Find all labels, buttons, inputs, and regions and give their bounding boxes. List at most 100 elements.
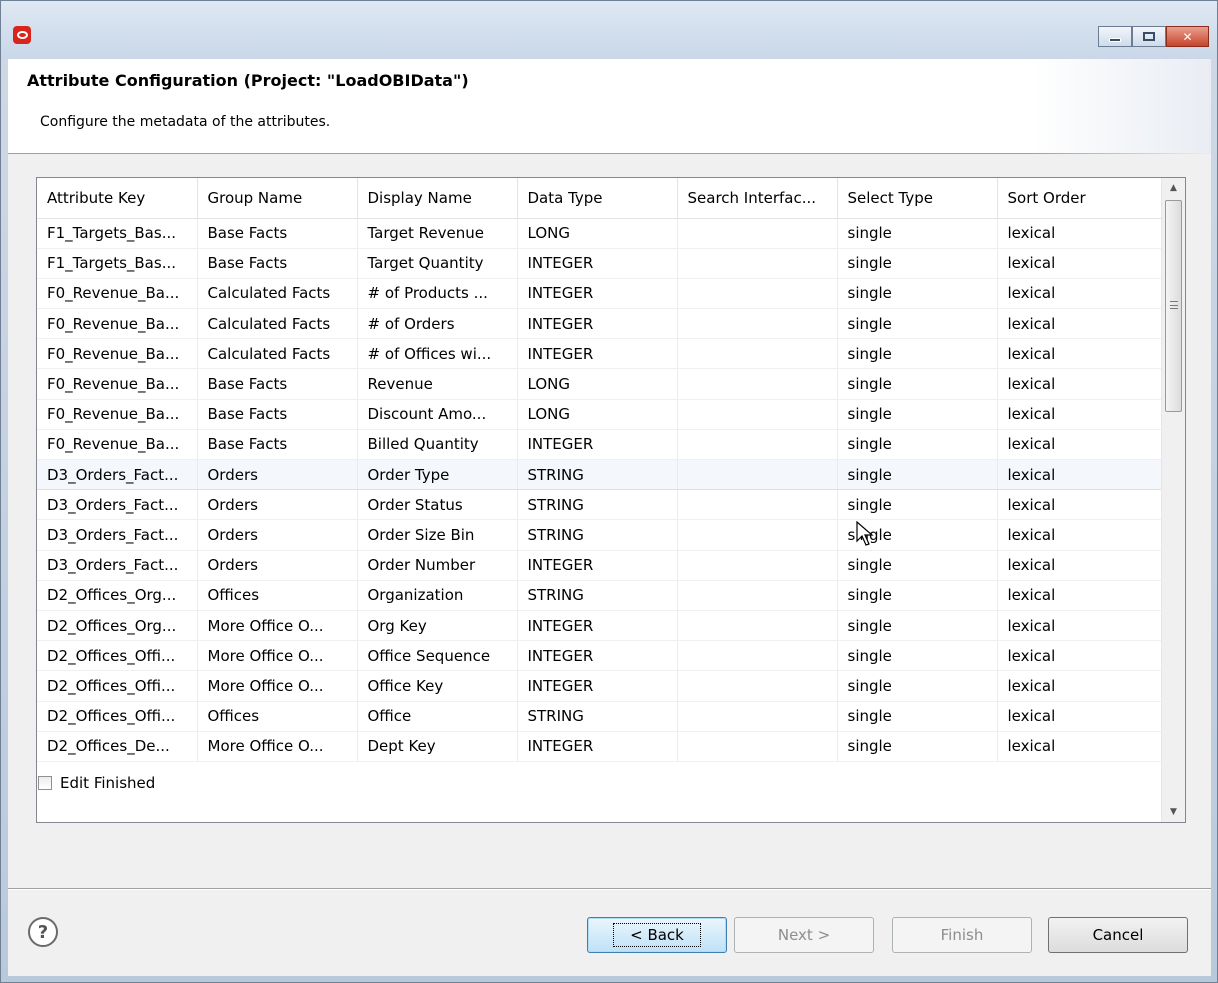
- table-cell[interactable]: lexical: [997, 399, 1162, 430]
- table-cell[interactable]: lexical: [997, 368, 1162, 400]
- table-cell[interactable]: single: [837, 489, 998, 521]
- table-cell[interactable]: D3_Orders_Fact...: [37, 519, 198, 551]
- table-cell[interactable]: single: [837, 640, 998, 672]
- table-cell[interactable]: LONG: [517, 218, 678, 249]
- table-row[interactable]: F0_Revenue_Ba... Base Facts Billed Quantit…: [37, 429, 1162, 461]
- help-icon[interactable]: ?: [28, 917, 58, 947]
- table-cell[interactable]: Dept Key: [357, 731, 518, 762]
- table-cell[interactable]: STRING: [517, 458, 678, 491]
- table-cell[interactable]: D3_Orders_Fact...: [37, 458, 198, 491]
- table-row[interactable]: F0_Revenue_Ba... Base Facts Discount Amo..…: [37, 399, 1162, 430]
- table-row[interactable]: F0_Revenue_Ba... Base Facts Revenue LONG sin…: [37, 368, 1162, 400]
- table-row[interactable]: F0_Revenue_Ba... Calculated Facts # of Pro…: [37, 278, 1162, 310]
- table-cell[interactable]: lexical: [997, 550, 1162, 581]
- table-cell[interactable]: Office Key: [357, 670, 518, 702]
- table-cell[interactable]: [677, 701, 838, 732]
- table-cell[interactable]: D3_Orders_Fact...: [37, 550, 198, 581]
- table-cell[interactable]: Orders: [197, 489, 358, 521]
- table-cell[interactable]: [677, 670, 838, 702]
- table-cell[interactable]: single: [837, 429, 998, 461]
- table-cell[interactable]: Order Type: [357, 458, 518, 491]
- table-cell[interactable]: lexical: [997, 458, 1162, 491]
- table-cell[interactable]: D2_Offices_De...: [37, 731, 198, 762]
- table-cell[interactable]: single: [837, 701, 998, 732]
- table-cell[interactable]: Discount Amo...: [357, 399, 518, 430]
- table-cell[interactable]: F1_Targets_Bas...: [37, 218, 198, 249]
- table-cell[interactable]: lexical: [997, 519, 1162, 551]
- table-cell[interactable]: # of Offices wi...: [357, 338, 518, 370]
- table-cell[interactable]: More Office O...: [197, 670, 358, 702]
- table-cell[interactable]: INTEGER: [517, 640, 678, 672]
- column-header[interactable]: Attribute Key: [37, 178, 198, 219]
- table-cell[interactable]: Calculated Facts: [197, 338, 358, 370]
- table-row[interactable]: F0_Revenue_Ba... Calculated Facts # of Off…: [37, 338, 1162, 370]
- table-cell[interactable]: single: [837, 458, 998, 491]
- table-cell[interactable]: Order Size Bin: [357, 519, 518, 551]
- column-header[interactable]: Search Interfac...: [677, 178, 838, 219]
- next-button[interactable]: Next >: [734, 917, 874, 953]
- attribute-table[interactable]: Attribute Key Group Name Display Name Da…: [36, 177, 1186, 823]
- table-cell[interactable]: STRING: [517, 489, 678, 521]
- title-bar[interactable]: ✕: [1, 1, 1217, 59]
- table-cell[interactable]: single: [837, 338, 998, 370]
- table-cell[interactable]: lexical: [997, 248, 1162, 279]
- table-cell[interactable]: Base Facts: [197, 399, 358, 430]
- table-cell[interactable]: [677, 399, 838, 430]
- table-cell[interactable]: [677, 489, 838, 521]
- table-cell[interactable]: Offices: [197, 701, 358, 732]
- table-cell[interactable]: lexical: [997, 278, 1162, 310]
- table-cell[interactable]: Offices: [197, 580, 358, 611]
- maximize-button[interactable]: [1132, 26, 1166, 47]
- table-cell[interactable]: INTEGER: [517, 278, 678, 310]
- table-row[interactable]: D2_Offices_Offi... More Office O... Office…: [37, 640, 1162, 672]
- table-cell[interactable]: [677, 308, 838, 340]
- table-cell[interactable]: Base Facts: [197, 248, 358, 279]
- table-row[interactable]: D2_Offices_Offi... Offices Office STRING sin…: [37, 701, 1162, 732]
- table-row[interactable]: D3_Orders_Fact... Orders Order Status STRIN…: [37, 489, 1162, 521]
- back-button[interactable]: < Back: [587, 917, 727, 953]
- table-row[interactable]: D2_Offices_De... More Office O... Dept Key…: [37, 731, 1162, 762]
- table-cell[interactable]: lexical: [997, 610, 1162, 642]
- table-cell[interactable]: INTEGER: [517, 550, 678, 581]
- column-header[interactable]: Select Type: [837, 178, 998, 219]
- table-cell[interactable]: Office Sequence: [357, 640, 518, 672]
- table-cell[interactable]: lexical: [997, 429, 1162, 461]
- table-cell[interactable]: Base Facts: [197, 218, 358, 249]
- table-cell[interactable]: Order Status: [357, 489, 518, 521]
- table-cell[interactable]: [677, 640, 838, 672]
- table-cell[interactable]: Base Facts: [197, 429, 358, 461]
- table-cell[interactable]: [677, 429, 838, 461]
- table-cell[interactable]: lexical: [997, 731, 1162, 762]
- minimize-button[interactable]: [1098, 26, 1132, 47]
- table-cell[interactable]: F0_Revenue_Ba...: [37, 368, 198, 400]
- table-cell[interactable]: D2_Offices_Org...: [37, 610, 198, 642]
- table-cell[interactable]: STRING: [517, 701, 678, 732]
- edit-finished-checkbox[interactable]: Edit Finished: [38, 774, 155, 792]
- table-cell[interactable]: [677, 248, 838, 279]
- finish-button[interactable]: Finish: [892, 917, 1032, 953]
- table-cell[interactable]: # of Products ...: [357, 278, 518, 310]
- table-cell[interactable]: F0_Revenue_Ba...: [37, 338, 198, 370]
- table-cell[interactable]: F0_Revenue_Ba...: [37, 308, 198, 340]
- table-cell[interactable]: D2_Offices_Offi...: [37, 670, 198, 702]
- table-cell[interactable]: INTEGER: [517, 610, 678, 642]
- table-cell[interactable]: Calculated Facts: [197, 308, 358, 340]
- table-cell[interactable]: LONG: [517, 399, 678, 430]
- table-cell[interactable]: Orders: [197, 550, 358, 581]
- column-header[interactable]: Display Name: [357, 178, 518, 219]
- table-cell[interactable]: INTEGER: [517, 308, 678, 340]
- table-cell[interactable]: INTEGER: [517, 429, 678, 461]
- table-cell[interactable]: [677, 218, 838, 249]
- table-cell[interactable]: single: [837, 368, 998, 400]
- table-cell[interactable]: [677, 519, 838, 551]
- table-cell[interactable]: single: [837, 610, 998, 642]
- table-row[interactable]: D2_Offices_Org... More Office O... Org Key…: [37, 610, 1162, 642]
- table-cell[interactable]: [677, 731, 838, 762]
- table-cell[interactable]: lexical: [997, 670, 1162, 702]
- table-cell[interactable]: Order Number: [357, 550, 518, 581]
- table-cell[interactable]: lexical: [997, 308, 1162, 340]
- table-cell[interactable]: INTEGER: [517, 731, 678, 762]
- table-cell[interactable]: single: [837, 580, 998, 611]
- table-cell[interactable]: INTEGER: [517, 248, 678, 279]
- table-cell[interactable]: lexical: [997, 338, 1162, 370]
